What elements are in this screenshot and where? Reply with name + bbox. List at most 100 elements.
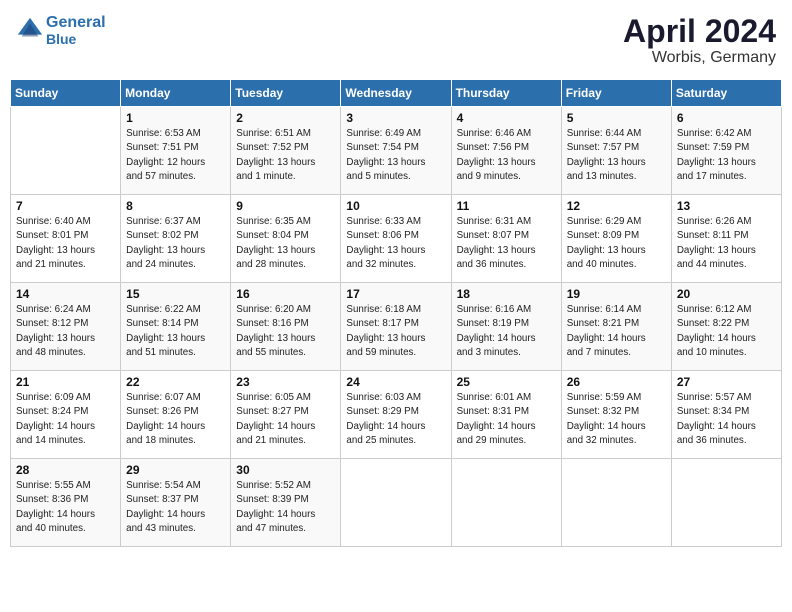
day-number: 13 — [677, 199, 776, 213]
page-header: General Blue April 2024 Worbis, Germany — [10, 10, 782, 71]
calendar-cell: 9 Sunrise: 6:35 AMSunset: 8:04 PMDaylight… — [231, 195, 341, 283]
day-info: Sunrise: 6:16 AMSunset: 8:19 PMDaylight:… — [457, 303, 556, 360]
weekday-header: Thursday — [451, 80, 561, 107]
day-number: 1 — [126, 111, 225, 125]
weekday-header: Saturday — [671, 80, 781, 107]
calendar-cell — [451, 459, 561, 547]
day-number: 2 — [236, 111, 335, 125]
day-info: Sunrise: 6:18 AMSunset: 8:17 PMDaylight:… — [346, 303, 445, 360]
calendar-cell: 26 Sunrise: 5:59 AMSunset: 8:32 PMDayligh… — [561, 371, 671, 459]
day-info: Sunrise: 6:03 AMSunset: 8:29 PMDaylight:… — [346, 391, 445, 448]
calendar-cell: 21 Sunrise: 6:09 AMSunset: 8:24 PMDayligh… — [11, 371, 121, 459]
day-number: 10 — [346, 199, 445, 213]
calendar-cell: 24Sunrise: 6:03 AMSunset: 8:29 PMDayligh… — [341, 371, 451, 459]
calendar-cell: 4 Sunrise: 6:46 AMSunset: 7:56 PMDaylight… — [451, 107, 561, 195]
calendar-cell: 17 Sunrise: 6:18 AMSunset: 8:17 PMDayligh… — [341, 283, 451, 371]
day-info: Sunrise: 5:57 AMSunset: 8:34 PMDaylight:… — [677, 391, 776, 448]
calendar-cell: 23Sunrise: 6:05 AMSunset: 8:27 PMDayligh… — [231, 371, 341, 459]
day-number: 7 — [16, 199, 115, 213]
day-info: Sunrise: 6:51 AMSunset: 7:52 PMDaylight:… — [236, 127, 335, 184]
calendar-cell — [11, 107, 121, 195]
calendar-cell — [671, 459, 781, 547]
day-info: Sunrise: 6:46 AMSunset: 7:56 PMDaylight:… — [457, 127, 556, 184]
day-info: Sunrise: 6:42 AMSunset: 7:59 PMDaylight:… — [677, 127, 776, 184]
month-year: April 2024 — [623, 14, 776, 49]
calendar-cell: 20Sunrise: 6:12 AMSunset: 8:22 PMDayligh… — [671, 283, 781, 371]
calendar-cell: 22Sunrise: 6:07 AMSunset: 8:26 PMDayligh… — [121, 371, 231, 459]
day-number: 30 — [236, 463, 335, 477]
day-info: Sunrise: 6:09 AMSunset: 8:24 PMDaylight:… — [16, 391, 115, 448]
day-number: 19 — [567, 287, 666, 301]
calendar-cell: 29 Sunrise: 5:54 AMSunset: 8:37 PMDayligh… — [121, 459, 231, 547]
calendar-table: SundayMondayTuesdayWednesdayThursdayFrid… — [10, 79, 782, 547]
day-number: 28 — [16, 463, 115, 477]
weekday-header: Friday — [561, 80, 671, 107]
day-info: Sunrise: 6:24 AMSunset: 8:12 PMDaylight:… — [16, 303, 115, 360]
day-number: 8 — [126, 199, 225, 213]
day-number: 26 — [567, 375, 666, 389]
day-info: Sunrise: 6:53 AMSunset: 7:51 PMDaylight:… — [126, 127, 225, 184]
day-number: 4 — [457, 111, 556, 125]
calendar-cell: 10 Sunrise: 6:33 AMSunset: 8:06 PMDayligh… — [341, 195, 451, 283]
calendar-cell: 13 Sunrise: 6:26 AMSunset: 8:11 PMDayligh… — [671, 195, 781, 283]
day-info: Sunrise: 6:35 AMSunset: 8:04 PMDaylight:… — [236, 215, 335, 272]
location: Worbis, Germany — [623, 49, 776, 67]
day-info: Sunrise: 5:55 AMSunset: 8:36 PMDaylight:… — [16, 479, 115, 536]
day-info: Sunrise: 6:31 AMSunset: 8:07 PMDaylight:… — [457, 215, 556, 272]
calendar-week-row: 14Sunrise: 6:24 AMSunset: 8:12 PMDayligh… — [11, 283, 782, 371]
day-number: 12 — [567, 199, 666, 213]
calendar-week-row: 1 Sunrise: 6:53 AMSunset: 7:51 PMDaylight… — [11, 107, 782, 195]
day-info: Sunrise: 6:05 AMSunset: 8:27 PMDaylight:… — [236, 391, 335, 448]
logo-icon — [16, 16, 44, 44]
day-info: Sunrise: 6:29 AMSunset: 8:09 PMDaylight:… — [567, 215, 666, 272]
day-number: 15 — [126, 287, 225, 301]
calendar-cell: 3 Sunrise: 6:49 AMSunset: 7:54 PMDaylight… — [341, 107, 451, 195]
day-number: 9 — [236, 199, 335, 213]
day-number: 6 — [677, 111, 776, 125]
day-info: Sunrise: 6:26 AMSunset: 8:11 PMDaylight:… — [677, 215, 776, 272]
calendar-cell: 8 Sunrise: 6:37 AMSunset: 8:02 PMDaylight… — [121, 195, 231, 283]
calendar-cell: 18 Sunrise: 6:16 AMSunset: 8:19 PMDayligh… — [451, 283, 561, 371]
day-info: Sunrise: 6:22 AMSunset: 8:14 PMDaylight:… — [126, 303, 225, 360]
day-info: Sunrise: 6:37 AMSunset: 8:02 PMDaylight:… — [126, 215, 225, 272]
day-info: Sunrise: 5:59 AMSunset: 8:32 PMDaylight:… — [567, 391, 666, 448]
weekday-header: Monday — [121, 80, 231, 107]
day-number: 29 — [126, 463, 225, 477]
calendar-cell: 15 Sunrise: 6:22 AMSunset: 8:14 PMDayligh… — [121, 283, 231, 371]
calendar-cell: 27 Sunrise: 5:57 AMSunset: 8:34 PMDayligh… — [671, 371, 781, 459]
calendar-cell — [561, 459, 671, 547]
calendar-cell: 16Sunrise: 6:20 AMSunset: 8:16 PMDayligh… — [231, 283, 341, 371]
day-info: Sunrise: 5:54 AMSunset: 8:37 PMDaylight:… — [126, 479, 225, 536]
weekday-header-row: SundayMondayTuesdayWednesdayThursdayFrid… — [11, 80, 782, 107]
day-info: Sunrise: 6:44 AMSunset: 7:57 PMDaylight:… — [567, 127, 666, 184]
day-number: 21 — [16, 375, 115, 389]
calendar-cell: 19 Sunrise: 6:14 AMSunset: 8:21 PMDayligh… — [561, 283, 671, 371]
calendar-cell: 14Sunrise: 6:24 AMSunset: 8:12 PMDayligh… — [11, 283, 121, 371]
weekday-header: Sunday — [11, 80, 121, 107]
calendar-cell — [341, 459, 451, 547]
calendar-cell: 28 Sunrise: 5:55 AMSunset: 8:36 PMDayligh… — [11, 459, 121, 547]
day-info: Sunrise: 5:52 AMSunset: 8:39 PMDaylight:… — [236, 479, 335, 536]
weekday-header: Tuesday — [231, 80, 341, 107]
day-number: 11 — [457, 199, 556, 213]
calendar-cell: 25Sunrise: 6:01 AMSunset: 8:31 PMDayligh… — [451, 371, 561, 459]
day-number: 27 — [677, 375, 776, 389]
day-info: Sunrise: 6:33 AMSunset: 8:06 PMDaylight:… — [346, 215, 445, 272]
calendar-cell: 6 Sunrise: 6:42 AMSunset: 7:59 PMDaylight… — [671, 107, 781, 195]
calendar-cell: 7Sunrise: 6:40 AMSunset: 8:01 PMDaylight… — [11, 195, 121, 283]
day-number: 17 — [346, 287, 445, 301]
logo: General Blue — [16, 14, 106, 47]
day-info: Sunrise: 6:20 AMSunset: 8:16 PMDaylight:… — [236, 303, 335, 360]
month-title: April 2024 Worbis, Germany — [623, 14, 776, 67]
day-info: Sunrise: 6:14 AMSunset: 8:21 PMDaylight:… — [567, 303, 666, 360]
day-number: 3 — [346, 111, 445, 125]
day-number: 25 — [457, 375, 556, 389]
day-info: Sunrise: 6:49 AMSunset: 7:54 PMDaylight:… — [346, 127, 445, 184]
calendar-cell: 30 Sunrise: 5:52 AMSunset: 8:39 PMDayligh… — [231, 459, 341, 547]
calendar-cell: 5 Sunrise: 6:44 AMSunset: 7:57 PMDaylight… — [561, 107, 671, 195]
day-number: 18 — [457, 287, 556, 301]
calendar-cell: 2 Sunrise: 6:51 AMSunset: 7:52 PMDaylight… — [231, 107, 341, 195]
calendar-cell: 11 Sunrise: 6:31 AMSunset: 8:07 PMDayligh… — [451, 195, 561, 283]
day-number: 5 — [567, 111, 666, 125]
calendar-cell: 12 Sunrise: 6:29 AMSunset: 8:09 PMDayligh… — [561, 195, 671, 283]
